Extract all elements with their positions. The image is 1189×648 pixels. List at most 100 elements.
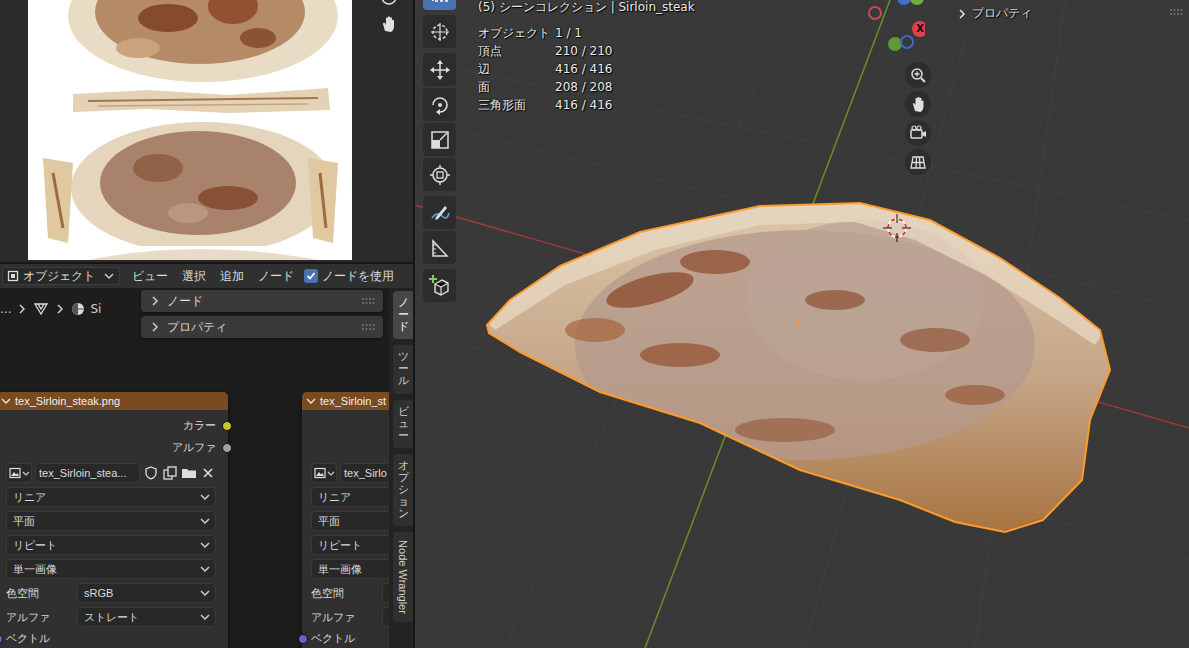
node-dropdown[interactable]: リピート [6, 535, 216, 555]
toolbar-button[interactable] [423, 0, 456, 10]
sidebar-panel-header[interactable]: プロパティ [141, 316, 383, 338]
node-collapse-icon[interactable] [305, 395, 317, 407]
image-name-field[interactable]: tex_Sirlo [340, 463, 389, 483]
sidebar-tab[interactable]: Node Wrangler [393, 532, 413, 622]
node-dropdown[interactable]: 単一画像 [311, 559, 389, 579]
viewport-info: (5) シーンコレクション | Sirloin_steakオブジェクト1 / 1… [478, 0, 695, 114]
dropdown-chevron-icon[interactable] [199, 539, 211, 551]
dropdown-chevron-icon[interactable] [199, 587, 211, 599]
node-collapse-icon[interactable] [0, 395, 12, 407]
dropdown-value: リニア [13, 490, 199, 505]
node-body: カラーアルファtex_Sirloin_stea...リニア平面リピート単一画像色… [0, 410, 228, 648]
toolbar-button[interactable] [423, 88, 456, 121]
fake-user-shield-icon[interactable] [143, 465, 159, 481]
toolbar-button[interactable] [423, 196, 456, 229]
panel-chevron-icon[interactable] [149, 321, 161, 333]
toolbar-button[interactable] [423, 53, 456, 86]
image-browse-button[interactable] [6, 463, 32, 483]
toolbar-button[interactable] [423, 269, 456, 302]
node-header[interactable]: tex_Sirloin_st [302, 392, 389, 410]
setting-dropdown[interactable]: ストレート [77, 607, 216, 627]
gizmo-x-axis[interactable]: X [912, 21, 928, 37]
node-editor-header: オブジェクトビュー選択追加ノード ノードを使用 [0, 262, 413, 288]
toolbar-button[interactable] [423, 123, 456, 156]
image-texture-node[interactable]: tex_Sirloin_sttex_Sirloリニア平面リピート単一画像色空間ア… [302, 392, 389, 648]
panel-chevron-icon[interactable] [149, 295, 161, 307]
drag-handle-icon[interactable] [1169, 8, 1183, 16]
toolbar-group [423, 196, 456, 264]
menu-item[interactable]: ノード [251, 268, 301, 285]
input-socket[interactable] [298, 634, 308, 644]
texture-image [28, 0, 352, 260]
sidebar-tab[interactable]: ツール [393, 345, 413, 393]
node-header[interactable]: tex_Sirloin_steak.png [0, 392, 228, 410]
sidebar-tab[interactable]: ノード [393, 291, 413, 339]
breadcrumb-chevron-icon[interactable] [16, 303, 28, 315]
breadcrumb-item: Si [90, 302, 101, 316]
input-socket[interactable] [0, 634, 3, 644]
view-nav-button[interactable] [905, 149, 931, 175]
node-dropdown[interactable]: リピート [311, 535, 389, 555]
menu-item[interactable]: 追加 [213, 268, 251, 285]
dropdown-chevron-icon[interactable] [199, 563, 211, 575]
node-dropdown[interactable]: 平面 [6, 511, 216, 531]
setting-dropdown[interactable] [382, 583, 389, 603]
toolbar-button[interactable] [423, 15, 456, 48]
dropdown-chevron-icon[interactable] [103, 270, 115, 282]
duplicate-icon[interactable] [162, 465, 178, 481]
view-nav-button[interactable] [905, 91, 931, 117]
drag-handle-icon[interactable] [361, 297, 375, 305]
output-socket[interactable] [222, 443, 232, 453]
menu-item[interactable]: 選択 [175, 268, 213, 285]
sidebar-tab[interactable]: オプション [393, 454, 413, 526]
hand-icon[interactable] [378, 13, 400, 35]
image-browse-button[interactable] [311, 463, 337, 483]
dropdown-value: 単一画像 [318, 562, 389, 577]
folder-icon[interactable] [181, 465, 197, 481]
panel-chevron-icon[interactable] [956, 8, 968, 20]
toolbar-button[interactable] [423, 158, 456, 191]
node-dropdown[interactable]: リニア [6, 487, 216, 507]
zoom-icon[interactable] [378, 0, 400, 8]
view-nav-button[interactable] [905, 62, 931, 88]
toolbar-button[interactable] [423, 231, 456, 264]
node-dropdown[interactable]: 平面 [311, 511, 389, 531]
node-dropdown[interactable]: リニア [311, 487, 389, 507]
view-nav-button[interactable] [905, 120, 931, 146]
setting-label: アルファ [311, 610, 382, 625]
image-selector-row: tex_Sirloin_stea... [6, 463, 216, 483]
use-nodes-label[interactable]: ノードを使用 [322, 268, 394, 285]
panel-label: ノード [167, 293, 203, 310]
setting-dropdown[interactable] [382, 607, 389, 627]
output-socket[interactable] [222, 421, 232, 431]
sidebar-tab-label: Node Wrangler [396, 534, 410, 620]
setting-dropdown[interactable]: sRGB [77, 583, 216, 603]
sidebar-tab[interactable]: ビュー [393, 400, 413, 448]
dropdown-chevron-icon[interactable] [199, 515, 211, 527]
stat-label: 辺 [478, 60, 555, 78]
dropdown-chevron-icon[interactable] [199, 491, 211, 503]
dropdown-chevron-icon[interactable] [199, 611, 211, 623]
navigation-gizmo[interactable] [845, 0, 925, 60]
mode-dropdown[interactable]: オブジェクト [2, 267, 120, 285]
use-nodes-checkbox[interactable] [304, 269, 318, 283]
node-dropdown[interactable]: 単一画像 [6, 559, 216, 579]
drag-handle-icon[interactable] [361, 323, 375, 331]
breadcrumb-chevron-icon[interactable] [54, 303, 66, 315]
stat-label: 頂点 [478, 42, 555, 60]
image-name-field[interactable]: tex_Sirloin_stea... [35, 463, 140, 483]
3d-viewport[interactable]: (5) シーンコレクション | Sirloin_steakオブジェクト1 / 1… [415, 0, 1189, 648]
menu-item[interactable]: ビュー [125, 268, 175, 285]
unlink-x-icon[interactable] [200, 465, 216, 481]
stat-label: オブジェクト [478, 24, 555, 42]
setting-row: 色空間sRGB [6, 583, 216, 603]
image-editor [0, 0, 413, 262]
properties-panel-header[interactable]: プロパティ [956, 5, 1032, 22]
object-mode-icon [7, 270, 19, 282]
breadcrumbs: ...Si [0, 300, 101, 318]
image-name: tex_Sirlo [344, 467, 387, 479]
image-texture-node[interactable]: tex_Sirloin_steak.pngカラーアルファtex_Sirloin_… [0, 392, 228, 648]
image-name: tex_Sirloin_stea... [39, 467, 126, 479]
sidebar-panel-header[interactable]: ノード [141, 290, 383, 312]
node-position: tex_Sirloin_steak.pngカラーアルファtex_Sirloin_… [0, 392, 228, 648]
